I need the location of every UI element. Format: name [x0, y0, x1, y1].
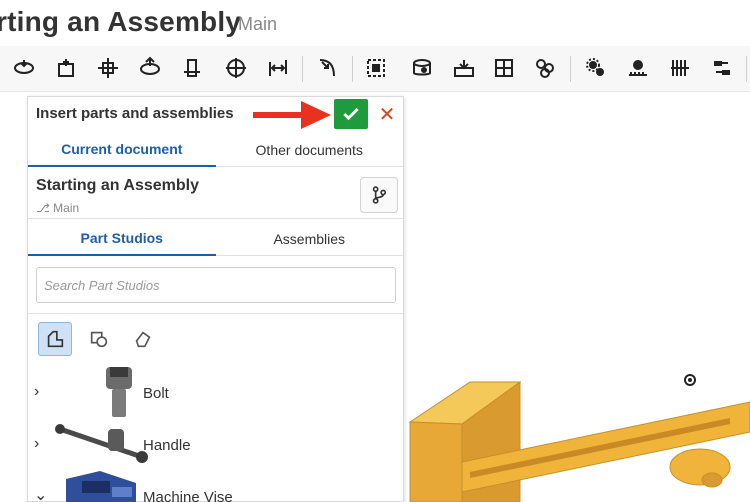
branch-name: Main: [238, 14, 278, 34]
bolt-thumbnail: [106, 367, 132, 417]
list-item-machine-vise[interactable]: ⌄ Machine Vise: [28, 471, 403, 502]
tab-current-document[interactable]: Current document: [28, 133, 216, 167]
handle-thumbnail: [55, 424, 148, 463]
list-item-handle[interactable]: › Handle: [28, 419, 403, 471]
title-bar: rting an Assembly Main: [0, 0, 750, 46]
screw-relation-icon[interactable]: [666, 54, 694, 82]
chevron-down-icon[interactable]: ⌄: [34, 488, 47, 502]
list-item-bolt[interactable]: › Bolt: [28, 367, 403, 419]
list-item-label: Machine Vise: [143, 489, 233, 502]
document-info: Starting an Assembly ⎇ Main: [28, 167, 403, 219]
toolbar-separator: [746, 56, 747, 82]
machine-vise-model[interactable]: [400, 372, 750, 502]
red-arrow-icon: [253, 101, 331, 129]
checkmark-icon: [343, 107, 359, 121]
insert-icon[interactable]: [10, 54, 38, 82]
document-tabs: Current document Other documents: [28, 133, 403, 167]
pattern-icon[interactable]: [490, 54, 518, 82]
tab-other-documents[interactable]: Other documents: [216, 133, 404, 167]
mate-connector-icon[interactable]: [408, 54, 436, 82]
search-input[interactable]: [37, 268, 395, 302]
pin-slot-mate-icon[interactable]: [222, 54, 250, 82]
cylindrical-mate-icon[interactable]: [178, 54, 206, 82]
chevron-right-icon[interactable]: ›: [34, 384, 46, 400]
type-tabs: Part Studios Assemblies: [28, 222, 403, 256]
linear-relation-icon[interactable]: [708, 54, 736, 82]
list-item-label: Bolt: [143, 385, 169, 402]
tangent-mate-icon[interactable]: [314, 54, 342, 82]
group-icon[interactable]: [362, 54, 390, 82]
parts-filter-icon[interactable]: [38, 322, 72, 356]
tab-part-studios[interactable]: Part Studios: [28, 222, 216, 256]
tab-assemblies[interactable]: Assemblies: [216, 222, 404, 256]
branch-graph-icon: [372, 186, 387, 204]
dialog-title: Insert parts and assemblies: [36, 105, 234, 122]
toolbar-separator: [302, 56, 303, 82]
document-name: Starting an Assembly: [36, 177, 200, 194]
replicate-icon[interactable]: [450, 54, 478, 82]
planar-mate-icon[interactable]: [264, 54, 292, 82]
search-box: [36, 267, 396, 303]
version-graph-button[interactable]: [360, 177, 398, 213]
list-item-label: Handle: [143, 437, 191, 454]
chevron-right-icon[interactable]: ›: [34, 436, 46, 452]
assembly-toolbar: [0, 46, 750, 92]
gear-relation-icon[interactable]: [582, 54, 610, 82]
toolbar-separator: [352, 56, 353, 82]
document-branch-name: Main: [53, 201, 80, 215]
linear-pattern-icon[interactable]: [532, 54, 560, 82]
branch-icon: ⎇: [36, 201, 50, 215]
accept-button[interactable]: [334, 99, 368, 129]
sketches-filter-icon[interactable]: [126, 322, 160, 356]
cancel-button[interactable]: ✕: [376, 103, 398, 126]
document-branch: ⎇ Main: [36, 201, 79, 215]
fasten-mate-icon[interactable]: [52, 54, 80, 82]
toolbar-separator: [570, 56, 571, 82]
machine-vise-thumbnail: [66, 471, 136, 502]
dialog-header: Insert parts and assemblies ✕: [28, 97, 403, 131]
document-title: rting an Assembly: [0, 6, 242, 37]
revolute-mate-icon[interactable]: [94, 54, 122, 82]
rack-pinion-relation-icon[interactable]: [624, 54, 652, 82]
surfaces-filter-icon[interactable]: [82, 322, 116, 356]
insert-dialog: Insert parts and assemblies ✕ Current do…: [27, 96, 404, 502]
slider-mate-icon[interactable]: [136, 54, 164, 82]
filter-row: [28, 313, 403, 365]
